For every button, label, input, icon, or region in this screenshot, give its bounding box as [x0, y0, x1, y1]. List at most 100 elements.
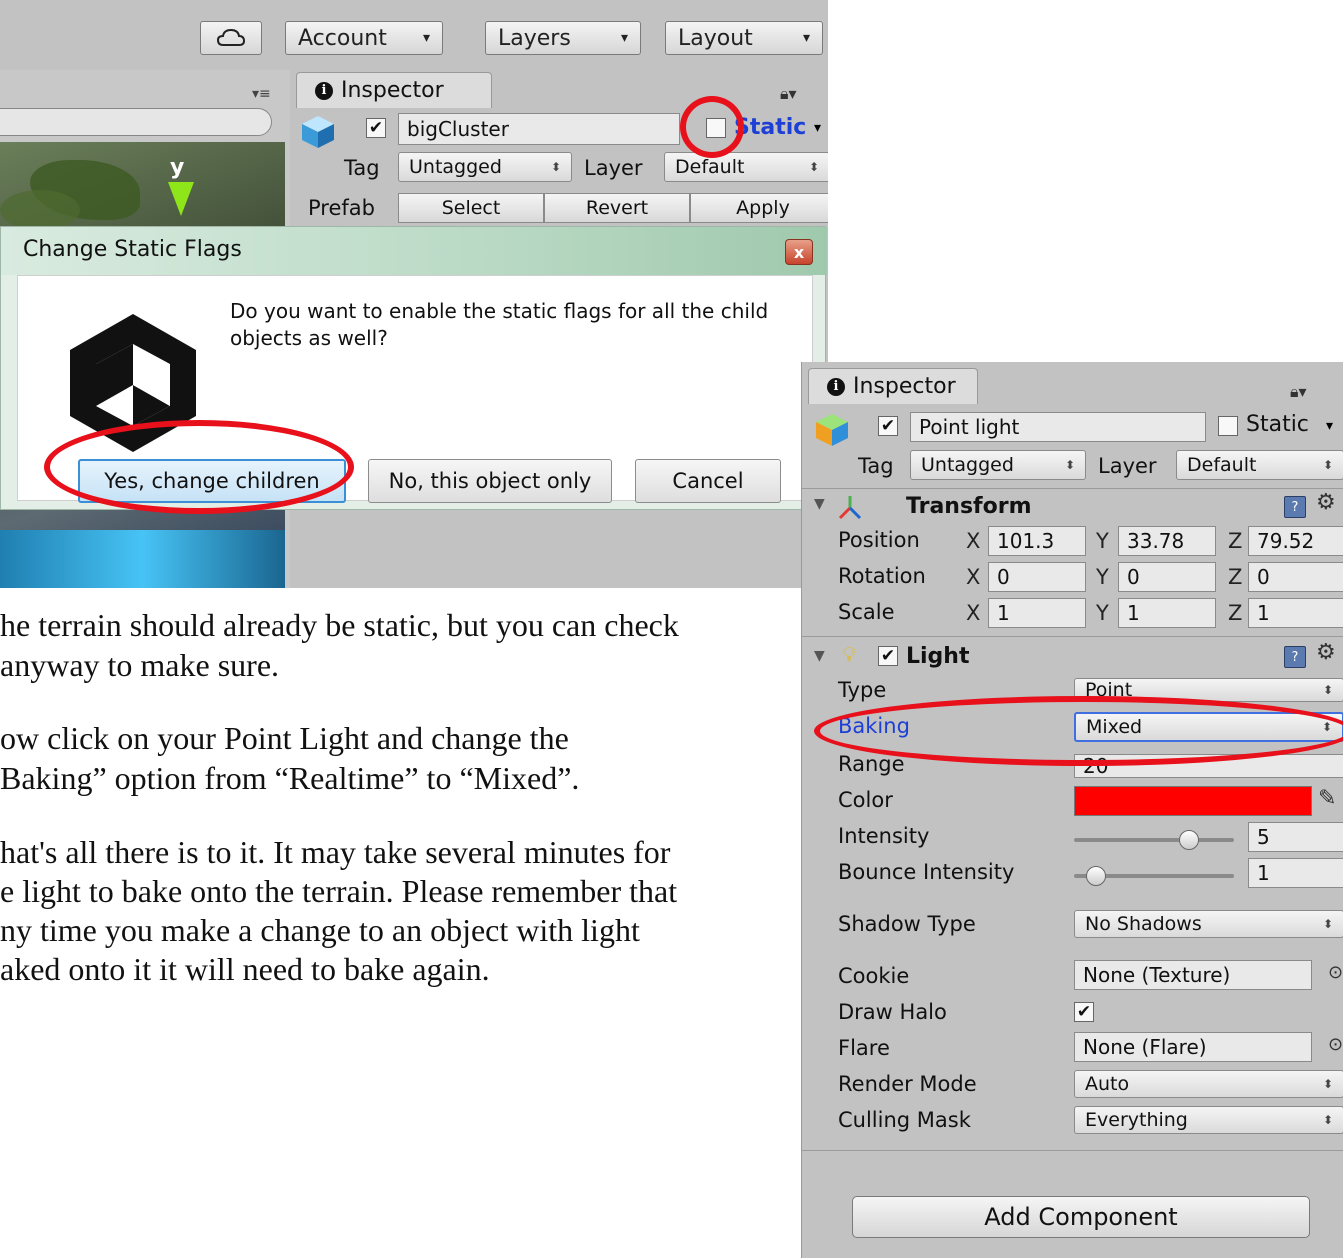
object-picker-icon[interactable]: ⊙: [1328, 1034, 1343, 1055]
intensity-field[interactable]: 5: [1248, 822, 1343, 852]
updown-icon: ⬍: [808, 160, 819, 174]
help-book-icon[interactable]: ?: [1284, 496, 1306, 518]
static-checkbox[interactable]: [1218, 416, 1238, 436]
object-name-field[interactable]: Point light: [910, 412, 1206, 442]
foldout-arrow-icon[interactable]: ▼: [814, 648, 825, 664]
transform-title: Transform: [906, 494, 1032, 519]
cancel-button[interactable]: Cancel: [635, 459, 781, 503]
updown-icon: ⬍: [550, 160, 561, 174]
add-component-button[interactable]: Add Component: [852, 1196, 1310, 1238]
toolbar: Account ▾ Layers ▾ Layout ▾: [0, 0, 828, 70]
shadow-type-dropdown[interactable]: No Shadows ⬍: [1074, 910, 1343, 938]
layout-dropdown[interactable]: Layout ▾: [665, 21, 823, 55]
scale-y-field[interactable]: 1: [1118, 598, 1216, 628]
z-axis-label[interactable]: Z: [1228, 529, 1242, 553]
type-label: Type: [838, 678, 887, 702]
bounce-intensity-label: Bounce Intensity: [838, 860, 1015, 884]
shadow-type-value: No Shadows: [1085, 913, 1202, 935]
object-picker-icon[interactable]: ⊙: [1328, 962, 1343, 983]
light-enabled-checkbox[interactable]: ✔: [878, 646, 898, 666]
tab-inspector[interactable]: i Inspector: [808, 368, 978, 404]
layers-dropdown[interactable]: Layers ▾: [485, 21, 641, 55]
gear-icon[interactable]: ⚙: [1316, 640, 1336, 665]
updown-icon: ⬍: [1064, 458, 1075, 472]
y-axis-label[interactable]: Y: [1096, 529, 1109, 553]
static-label[interactable]: Static: [1246, 412, 1309, 437]
chevron-down-icon[interactable]: ▾: [814, 120, 821, 136]
flare-field[interactable]: None (Flare): [1074, 1032, 1312, 1062]
z-axis-label[interactable]: Z: [1228, 565, 1242, 589]
gizmo-y-arrow-icon[interactable]: [168, 182, 194, 216]
static-label[interactable]: Static: [734, 115, 806, 140]
paragraph-line: anyway to make sure.: [0, 647, 280, 683]
active-checkbox[interactable]: ✔: [366, 118, 386, 138]
intensity-label: Intensity: [838, 824, 930, 848]
position-y-field[interactable]: 33.78: [1118, 526, 1216, 556]
account-dropdown[interactable]: Account ▾: [285, 21, 443, 55]
intensity-slider-handle[interactable]: [1179, 830, 1200, 850]
x-axis-label[interactable]: X: [966, 529, 980, 553]
draw-halo-checkbox[interactable]: ✔: [1074, 1002, 1094, 1022]
scene-search-input[interactable]: [0, 108, 272, 136]
rotation-x-field[interactable]: 0: [988, 562, 1086, 592]
rotation-y-field[interactable]: 0: [1118, 562, 1216, 592]
tab-inspector[interactable]: i Inspector: [296, 72, 492, 108]
scale-x-field[interactable]: 1: [988, 598, 1086, 628]
position-label: Position: [838, 528, 920, 552]
paragraph-line: ny time you make a change to an object w…: [0, 912, 640, 948]
color-swatch[interactable]: [1074, 786, 1312, 816]
y-axis-label[interactable]: Y: [1096, 601, 1109, 625]
updown-icon: ⬍: [1322, 917, 1333, 931]
x-axis-label[interactable]: X: [966, 565, 980, 589]
cookie-label: Cookie: [838, 964, 910, 988]
x-axis-label[interactable]: X: [966, 601, 980, 625]
tag-dropdown[interactable]: Untagged ⬍: [398, 152, 572, 182]
updown-icon: ⬍: [1322, 683, 1333, 697]
tab-inspector-label: Inspector: [341, 78, 444, 103]
tag-dropdown[interactable]: Untagged ⬍: [910, 450, 1086, 480]
color-label: Color: [838, 788, 893, 812]
paragraph-line: he terrain should already be static, but…: [0, 607, 679, 643]
divider: [802, 636, 1343, 637]
prefab-apply-button[interactable]: Apply: [690, 193, 828, 223]
culling-mask-dropdown[interactable]: Everything ⬍: [1074, 1106, 1343, 1134]
z-axis-label[interactable]: Z: [1228, 601, 1242, 625]
chevron-down-icon[interactable]: ▾: [1326, 418, 1333, 434]
updown-icon: ⬍: [1322, 458, 1333, 472]
object-name-field[interactable]: bigCluster: [398, 113, 680, 145]
eyedropper-icon[interactable]: ✎: [1318, 786, 1336, 811]
y-axis-label[interactable]: Y: [1096, 565, 1109, 589]
scene-tree: [0, 190, 80, 230]
lock-icon[interactable]: 🔒︎▾: [780, 84, 797, 104]
cloud-button[interactable]: [200, 21, 262, 55]
no-this-object-only-button[interactable]: No, this object only: [368, 459, 612, 503]
rotation-z-field[interactable]: 0: [1248, 562, 1343, 592]
foldout-arrow-icon[interactable]: ▼: [814, 496, 825, 512]
bounce-intensity-field[interactable]: 1: [1248, 858, 1343, 888]
layer-dropdown[interactable]: Default ⬍: [1176, 450, 1343, 480]
gear-icon[interactable]: ⚙: [1316, 490, 1336, 515]
prefab-select-button[interactable]: Select: [398, 193, 544, 223]
cookie-field[interactable]: None (Texture): [1074, 960, 1312, 990]
dialog-message: Do you want to enable the static flags f…: [230, 299, 769, 350]
prefab-revert-button[interactable]: Revert: [544, 193, 690, 223]
render-mode-dropdown[interactable]: Auto ⬍: [1074, 1070, 1343, 1098]
cloud-icon: [216, 28, 246, 46]
scale-label: Scale: [838, 600, 895, 624]
intensity-slider-track[interactable]: [1074, 838, 1234, 842]
position-z-field[interactable]: 79.52: [1248, 526, 1343, 556]
layer-dropdown[interactable]: Default ⬍: [664, 152, 828, 182]
chevron-down-icon: ▾: [620, 30, 628, 46]
bounce-slider-handle[interactable]: [1086, 866, 1107, 886]
paragraph-line: ow click on your Point Light and change …: [0, 720, 569, 756]
scale-z-field[interactable]: 1: [1248, 598, 1343, 628]
position-x-field[interactable]: 101.3: [988, 526, 1086, 556]
updown-icon: ⬍: [1322, 1077, 1333, 1091]
lightbulb-icon: 💡︎: [842, 642, 856, 666]
help-book-icon[interactable]: ?: [1284, 646, 1306, 668]
close-button[interactable]: x: [785, 239, 813, 265]
panel-menu-icon[interactable]: ▾≡: [252, 86, 271, 102]
active-checkbox[interactable]: ✔: [878, 416, 898, 436]
lock-icon[interactable]: 🔒︎▾: [1290, 382, 1307, 402]
light-object-icon: [816, 414, 848, 446]
